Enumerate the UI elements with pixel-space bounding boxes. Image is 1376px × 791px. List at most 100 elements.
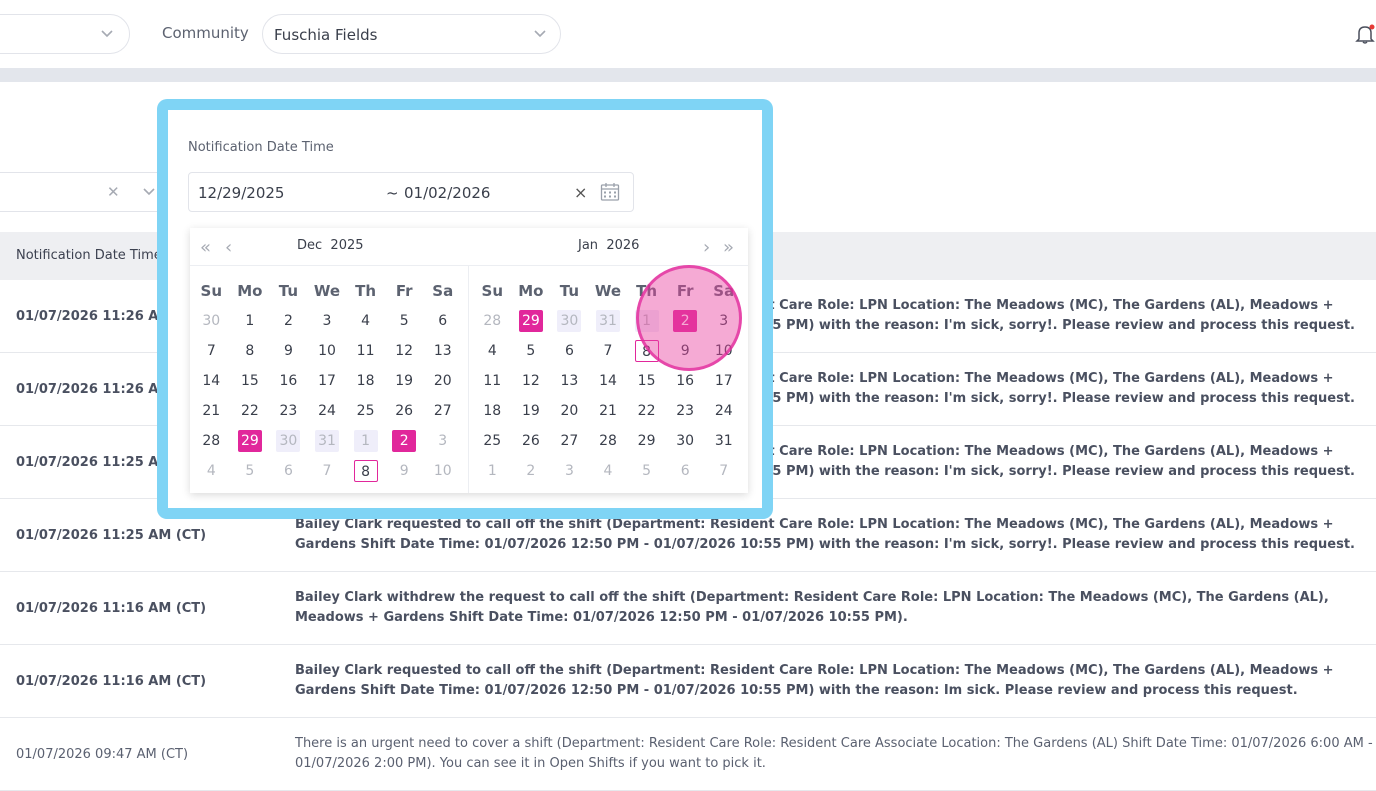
right-day-cell[interactable]: 26 xyxy=(512,430,551,452)
left-day-cell[interactable]: 1 xyxy=(231,310,270,332)
left-day-cell[interactable]: 2 xyxy=(385,430,424,452)
prev-month-icon[interactable]: ‹ xyxy=(225,237,232,258)
right-day-cell[interactable]: 13 xyxy=(550,370,589,392)
left-day-cell[interactable]: 6 xyxy=(423,310,462,332)
left-day-cell[interactable]: 2 xyxy=(269,310,308,332)
right-day-cell[interactable]: 4 xyxy=(473,340,512,362)
left-day-cell[interactable]: 7 xyxy=(308,460,347,482)
left-day-cell[interactable]: 21 xyxy=(192,400,231,422)
right-year[interactable]: 2026 xyxy=(606,238,639,253)
right-day-cell[interactable]: 15 xyxy=(627,370,666,392)
right-day-cell[interactable]: 22 xyxy=(627,400,666,422)
community-select[interactable]: Fuschia Fields xyxy=(262,14,561,54)
left-day-cell[interactable]: 17 xyxy=(308,370,347,392)
right-day-cell[interactable]: 3 xyxy=(550,460,589,482)
left-day-cell[interactable]: 16 xyxy=(269,370,308,392)
left-day-cell[interactable]: 8 xyxy=(231,340,270,362)
right-day-cell[interactable]: 25 xyxy=(473,430,512,452)
right-day-cell[interactable]: 30 xyxy=(550,310,589,332)
right-day-cell[interactable]: 4 xyxy=(589,460,628,482)
next-year-icon[interactable]: » xyxy=(723,237,734,258)
left-day-cell[interactable]: 12 xyxy=(385,340,424,362)
left-day-cell[interactable]: 11 xyxy=(346,340,385,362)
left-day-cell[interactable]: 1 xyxy=(346,430,385,452)
left-day-cell[interactable]: 9 xyxy=(385,460,424,482)
left-day-cell[interactable]: 6 xyxy=(269,460,308,482)
date-range-input[interactable]: 12/29/2025 ~ 01/02/2026 × xyxy=(188,172,634,212)
left-day-cell[interactable]: 30 xyxy=(269,430,308,452)
right-day-cell[interactable]: 5 xyxy=(627,460,666,482)
column-header-notification-date-time[interactable]: Notification Date Time xyxy=(16,248,162,263)
right-day-cell[interactable]: 19 xyxy=(512,400,551,422)
right-day-cell[interactable]: 23 xyxy=(666,400,705,422)
left-month[interactable]: Dec xyxy=(297,238,322,253)
right-day-cell[interactable]: 29 xyxy=(627,430,666,452)
left-day-cell[interactable]: 5 xyxy=(231,460,270,482)
right-day-cell[interactable]: 31 xyxy=(704,430,743,452)
left-day-cell[interactable]: 22 xyxy=(231,400,270,422)
right-day-cell[interactable]: 21 xyxy=(589,400,628,422)
next-month-icon[interactable]: › xyxy=(703,237,710,258)
table-row[interactable]: 01/07/2026 09:47 AM (CT) There is an urge… xyxy=(0,718,1376,791)
left-day-cell[interactable]: 14 xyxy=(192,370,231,392)
table-row[interactable]: 01/07/2026 11:16 AM (CT) Bailey Clark req… xyxy=(0,645,1376,718)
left-day-cell[interactable]: 9 xyxy=(269,340,308,362)
right-day-cell[interactable]: 14 xyxy=(589,370,628,392)
right-day-cell[interactable]: 12 xyxy=(512,370,551,392)
left-day-cell[interactable]: 10 xyxy=(423,460,462,482)
end-date-input[interactable]: 01/02/2026 xyxy=(404,184,490,202)
left-day-cell[interactable]: 28 xyxy=(192,430,231,452)
right-day-cell[interactable]: 20 xyxy=(550,400,589,422)
left-day-cell[interactable]: 4 xyxy=(192,460,231,482)
prev-year-icon[interactable]: « xyxy=(200,237,211,258)
left-day-cell[interactable]: 23 xyxy=(269,400,308,422)
right-day-cell[interactable]: 16 xyxy=(666,370,705,392)
left-year[interactable]: 2025 xyxy=(330,238,363,253)
left-day-cell[interactable]: 27 xyxy=(423,400,462,422)
right-day-cell[interactable]: 11 xyxy=(473,370,512,392)
left-day-cell[interactable]: 15 xyxy=(231,370,270,392)
left-day-cell[interactable]: 24 xyxy=(308,400,347,422)
left-day-cell[interactable]: 31 xyxy=(308,430,347,452)
left-day-cell[interactable]: 25 xyxy=(346,400,385,422)
right-day-cell[interactable]: 2 xyxy=(512,460,551,482)
left-day-cell[interactable]: 20 xyxy=(423,370,462,392)
right-day-cell[interactable]: 7 xyxy=(704,460,743,482)
right-day-cell[interactable]: 27 xyxy=(550,430,589,452)
right-day-cell[interactable]: 31 xyxy=(589,310,628,332)
right-month[interactable]: Jan xyxy=(578,238,598,253)
table-row[interactable]: 01/07/2026 11:16 AM (CT) Bailey Clark wit… xyxy=(0,572,1376,645)
right-day-cell[interactable]: 6 xyxy=(666,460,705,482)
left-day-cell[interactable]: 13 xyxy=(423,340,462,362)
left-day-cell[interactable]: 8 xyxy=(346,460,385,482)
right-day-cell[interactable]: 18 xyxy=(473,400,512,422)
right-day-cell[interactable]: 6 xyxy=(550,340,589,362)
right-day-cell[interactable]: 28 xyxy=(473,310,512,332)
start-date-input[interactable]: 12/29/2025 xyxy=(198,184,284,202)
left-day-cell[interactable]: 10 xyxy=(308,340,347,362)
left-day-cell[interactable]: 3 xyxy=(423,430,462,452)
left-day-cell[interactable]: 3 xyxy=(308,310,347,332)
left-day-cell[interactable]: 26 xyxy=(385,400,424,422)
left-day-cell[interactable]: 7 xyxy=(192,340,231,362)
left-day-cell[interactable]: 29 xyxy=(231,430,270,452)
right-day-cell[interactable]: 1 xyxy=(473,460,512,482)
clear-icon[interactable]: × xyxy=(574,183,587,202)
right-day-cell[interactable]: 5 xyxy=(512,340,551,362)
right-day-cell[interactable]: 17 xyxy=(704,370,743,392)
filter-input[interactable]: ✕ xyxy=(0,172,165,212)
right-day-cell[interactable]: 29 xyxy=(512,310,551,332)
bell-icon[interactable] xyxy=(1354,23,1376,45)
left-day-cell[interactable]: 30 xyxy=(192,310,231,332)
left-day-cell[interactable]: 18 xyxy=(346,370,385,392)
clear-icon[interactable]: ✕ xyxy=(107,183,120,201)
right-day-cell[interactable]: 30 xyxy=(666,430,705,452)
right-day-cell[interactable]: 24 xyxy=(704,400,743,422)
right-day-cell[interactable]: 7 xyxy=(589,340,628,362)
left-day-cell[interactable]: 19 xyxy=(385,370,424,392)
calendar-icon[interactable] xyxy=(600,182,620,202)
left-day-cell[interactable]: 4 xyxy=(346,310,385,332)
filter-select-left[interactable] xyxy=(0,14,130,54)
left-day-cell[interactable]: 5 xyxy=(385,310,424,332)
right-day-cell[interactable]: 28 xyxy=(589,430,628,452)
